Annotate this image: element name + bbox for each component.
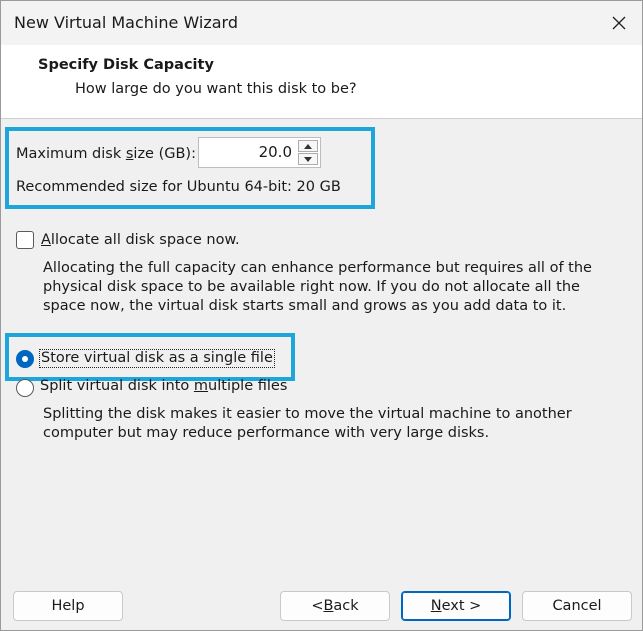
single-file-radio[interactable] — [16, 350, 34, 368]
page-subtitle: How large do you want this disk to be? — [75, 81, 357, 97]
close-button[interactable] — [596, 1, 642, 45]
close-icon — [612, 16, 626, 30]
multiple-files-description: Splitting the disk makes it easier to mo… — [43, 406, 572, 441]
multiple-files-radio[interactable] — [16, 379, 34, 397]
disk-size-spinbox[interactable]: 20.0 — [198, 137, 321, 168]
multiple-files-label-start: Split virtual disk into — [40, 378, 194, 394]
multiple-files-label-end: ultiple files — [208, 378, 288, 394]
next-button-accel: N — [430, 598, 442, 614]
next-button[interactable]: Next > — [401, 591, 511, 621]
back-button-rest: ack — [333, 598, 359, 614]
allocate-label-accel: A — [41, 232, 51, 248]
disk-size-value[interactable]: 20.0 — [259, 143, 292, 161]
back-button-prefix: < — [311, 598, 324, 614]
cancel-button[interactable]: Cancel — [522, 591, 632, 621]
help-button[interactable]: Help — [13, 591, 123, 621]
disk-size-stepper[interactable] — [298, 140, 318, 165]
allocate-label-rest: llocate all disk space now. — [50, 232, 240, 248]
recommended-size-label: Recommended size for Ubuntu 64-bit: 20 G… — [16, 179, 341, 195]
single-file-label[interactable]: Store virtual disk as a single file — [39, 349, 275, 368]
increase-button[interactable] — [298, 140, 318, 152]
max-disk-size-label: Maximum disk size (GB): — [16, 146, 196, 162]
max-disk-size-label-start: Maximum disk — [16, 146, 126, 162]
window-title: New Virtual Machine Wizard — [14, 13, 238, 32]
page-title: Specify Disk Capacity — [38, 57, 214, 73]
decrease-button[interactable] — [298, 153, 318, 165]
wizard-header: Specify Disk Capacity How large do you w… — [1, 45, 642, 119]
next-button-rest: ext > — [441, 598, 482, 614]
wizard-window: New Virtual Machine Wizard Specify Disk … — [0, 0, 643, 631]
multiple-files-label-accel: m — [193, 378, 209, 394]
max-disk-size-label-end: ize (GB): — [133, 146, 196, 162]
chevron-down-icon — [304, 156, 312, 162]
multiple-files-label[interactable]: Split virtual disk into multiple files — [40, 378, 287, 394]
chevron-up-icon — [304, 143, 312, 149]
title-bar: New Virtual Machine Wizard — [1, 1, 642, 45]
allocate-description: Allocating the full capacity can enhance… — [43, 260, 592, 314]
back-button[interactable]: < Back — [280, 591, 390, 621]
back-button-accel: B — [323, 598, 334, 614]
allocate-label[interactable]: Allocate all disk space now. — [41, 232, 240, 248]
allocate-checkbox[interactable] — [16, 231, 34, 249]
